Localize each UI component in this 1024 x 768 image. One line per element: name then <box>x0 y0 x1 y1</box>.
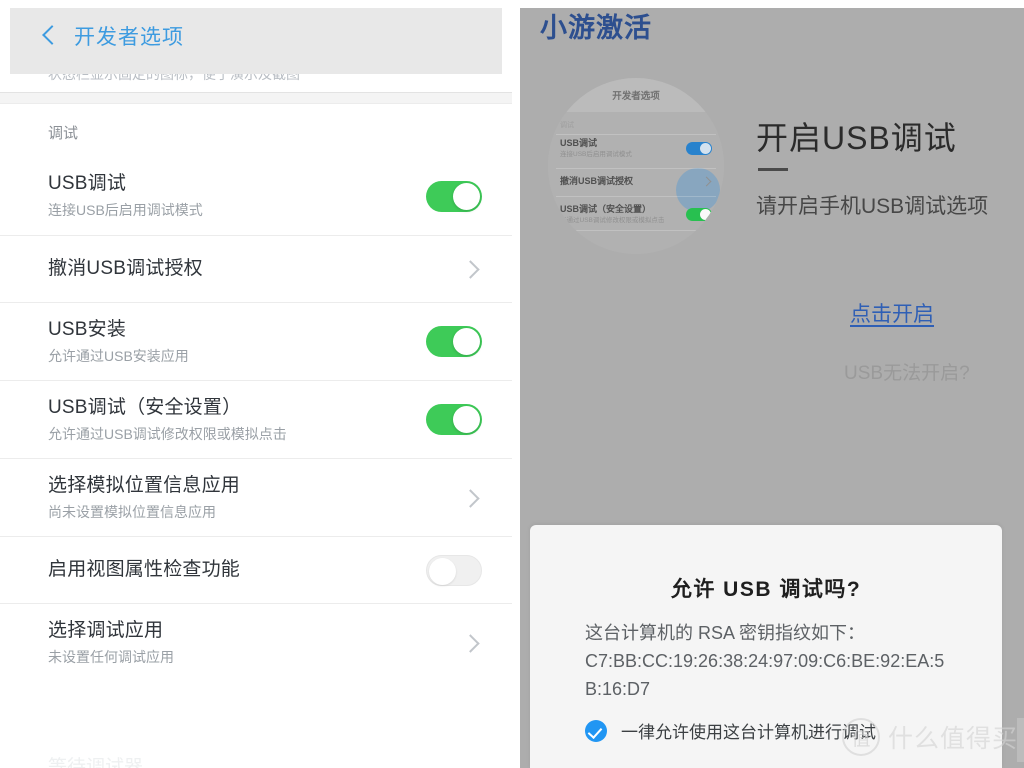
checkbox-label: 一律允许使用这台计算机进行调试 <box>621 723 876 742</box>
illustration-toggle-on <box>686 208 712 221</box>
divider <box>556 230 716 231</box>
illustration-header: 开发者选项 <box>548 78 724 112</box>
row-texts: USB安装 允许通过USB安装应用 <box>48 317 189 367</box>
settings-screen: 状态栏显示固定的图标，便于演示及截图 开发者选项 调试 USB调试 连接USB后… <box>0 0 512 768</box>
list-item-select-debug-app[interactable]: 选择调试应用 未设置任何调试应用 <box>0 603 512 681</box>
chevron-right-icon <box>462 490 478 506</box>
illustration-row-subtitle: 许通过USB调试修改权限或模拟点击 <box>560 217 665 224</box>
guide-description: 请开启手机USB调试选项 <box>756 195 989 218</box>
list-item-subtitle: 尚未设置模拟位置信息应用 <box>48 503 216 520</box>
checkbox-checked-icon[interactable] <box>585 719 607 742</box>
app-title: 小游激活 <box>540 13 652 43</box>
illustration-row-usb-debug-security: USB调试（安全设置） 许通过USB调试修改权限或模拟点击 <box>560 204 712 225</box>
dialog-body-line: 这台计算机的 RSA 密钥指纹如下： <box>585 623 866 643</box>
list-item-title: 启用视图属性检查功能 <box>48 559 241 580</box>
illustration-toggle-highlighted <box>686 142 712 155</box>
illustration-row-usb-debug: USB调试 连接USB后启用调试模式 <box>560 138 712 159</box>
list-item-usb-debug-security[interactable]: USB调试（安全设置） 允许通过USB调试修改权限或模拟点击 <box>0 380 512 458</box>
rsa-fingerprint: C7:BB:CC:19:26:38:24:97:09:C6:BE:92:EA:5… <box>585 651 945 699</box>
list-item-view-attribute-inspection[interactable]: 启用视图属性检查功能 <box>0 536 512 603</box>
divider <box>556 168 716 169</box>
section-label-debug: 调试 <box>48 125 79 142</box>
illustration-row-texts: USB调试（安全设置） 许通过USB调试修改权限或模拟点击 <box>560 204 664 225</box>
settings-list: USB调试 连接USB后启用调试模式 撤消USB调试授权 USB安装 允许通过U… <box>0 157 512 681</box>
illustration-row-title: USB调试 <box>560 138 598 148</box>
list-item-title: USB调试 <box>48 173 127 194</box>
list-item-title: 选择调试应用 <box>48 619 164 641</box>
illustration-header-title: 开发者选项 <box>612 91 660 102</box>
guide-heading: 开启USB调试 <box>756 120 957 156</box>
page-title: 开发者选项 <box>74 26 184 49</box>
list-item-title: 选择模拟位置信息应用 <box>48 474 241 496</box>
row-texts: 选择模拟位置信息应用 尚未设置模拟位置信息应用 <box>48 473 240 523</box>
illustration-row-revoke-auth: 撤消USB调试授权 <box>560 176 712 187</box>
developer-options-panel: 状态栏显示固定的图标，便于演示及截图 开发者选项 调试 USB调试 连接USB后… <box>0 0 512 768</box>
list-item-subtitle: 未设置任何调试应用 <box>48 648 174 665</box>
activation-guide-panel: 小游激活 开发者选项 调试 USB调试 连接USB后启用调试模式 撤消USB调试… <box>512 0 1024 768</box>
troubleshoot-hint[interactable]: USB无法开启? <box>844 358 970 385</box>
illustration-row-title: USB调试（安全设置） <box>560 204 652 214</box>
navigation-row: 开发者选项 <box>10 8 502 64</box>
chevron-left-icon[interactable] <box>40 23 58 49</box>
always-allow-checkbox-row[interactable]: 一律允许使用这台计算机进行调试 <box>585 718 876 743</box>
toggle-view-attribute-inspection[interactable] <box>426 554 482 586</box>
list-item-title: USB安装 <box>48 318 127 340</box>
list-item-usb-debug[interactable]: USB调试 连接USB后启用调试模式 <box>0 157 512 235</box>
heading-rule <box>758 168 788 171</box>
toggle-knob <box>453 328 480 355</box>
illustration-body: 调试 USB调试 连接USB后启用调试模式 撤消USB调试授权 USB调试（安全… <box>548 112 724 254</box>
settings-illustration: 开发者选项 调试 USB调试 连接USB后启用调试模式 撤消USB调试授权 US… <box>548 78 724 254</box>
divider <box>556 196 716 197</box>
divider <box>0 103 512 104</box>
list-item-mock-location-app[interactable]: 选择模拟位置信息应用 尚未设置模拟位置信息应用 <box>0 458 512 536</box>
list-item-title: 撤消USB调试授权 <box>48 258 203 279</box>
divider <box>556 134 716 135</box>
list-item-subtitle: 连接USB后启用调试模式 <box>48 202 203 218</box>
toggle-knob <box>453 182 480 210</box>
toggle-knob <box>453 406 480 433</box>
navigation-header: 开发者选项 <box>10 8 502 74</box>
clipped-next-item-text: 等待调试器 <box>48 757 144 768</box>
list-item-revoke-usb-auth[interactable]: 撤消USB调试授权 <box>0 235 512 302</box>
row-texts: USB调试 连接USB后启用调试模式 <box>48 171 203 221</box>
illustration-row-subtitle: 连接USB后启用调试模式 <box>560 151 632 158</box>
dialog-body: 这台计算机的 RSA 密钥指纹如下： C7:BB:CC:19:26:38:24:… <box>585 619 945 703</box>
toggle-knob <box>429 557 456 585</box>
list-item-title: USB调试（安全设置） <box>48 396 242 418</box>
row-texts: 选择调试应用 未设置任何调试应用 <box>48 618 174 668</box>
chevron-right-icon <box>462 261 478 277</box>
list-item-subtitle: 允许通过USB调试修改权限或模拟点击 <box>48 425 287 442</box>
chevron-right-icon <box>462 635 478 651</box>
usb-debug-permission-dialog: 允许 USB 调试吗? 这台计算机的 RSA 密钥指纹如下： C7:BB:CC:… <box>530 525 1002 768</box>
illustration-row-title: 撤消USB调试授权 <box>560 176 634 186</box>
row-texts: USB调试（安全设置） 允许通过USB调试修改权限或模拟点击 <box>48 395 287 445</box>
dialog-title: 允许 USB 调试吗? <box>670 578 862 601</box>
section-gap <box>0 93 512 103</box>
toggle-usb-debug[interactable] <box>426 180 482 212</box>
illustration-section-label: 调试 <box>560 122 574 129</box>
illustration-row-texts: USB调试 连接USB后启用调试模式 <box>560 138 632 159</box>
list-item-subtitle: 允许通过USB安装应用 <box>48 347 189 364</box>
chevron-right-icon <box>703 177 712 186</box>
list-item-usb-install[interactable]: USB安装 允许通过USB安装应用 <box>0 302 512 380</box>
edge-bar <box>1017 718 1024 762</box>
toggle-usb-debug-security[interactable] <box>426 404 482 435</box>
row-texts: 撤消USB调试授权 <box>48 256 203 282</box>
open-settings-link[interactable]: 点击开启 <box>850 298 934 328</box>
toggle-usb-install[interactable] <box>426 326 482 357</box>
screenshot-root: 状态栏显示固定的图标，便于演示及截图 开发者选项 调试 USB调试 连接USB后… <box>0 0 1024 768</box>
row-texts: 启用视图属性检查功能 <box>48 557 240 583</box>
